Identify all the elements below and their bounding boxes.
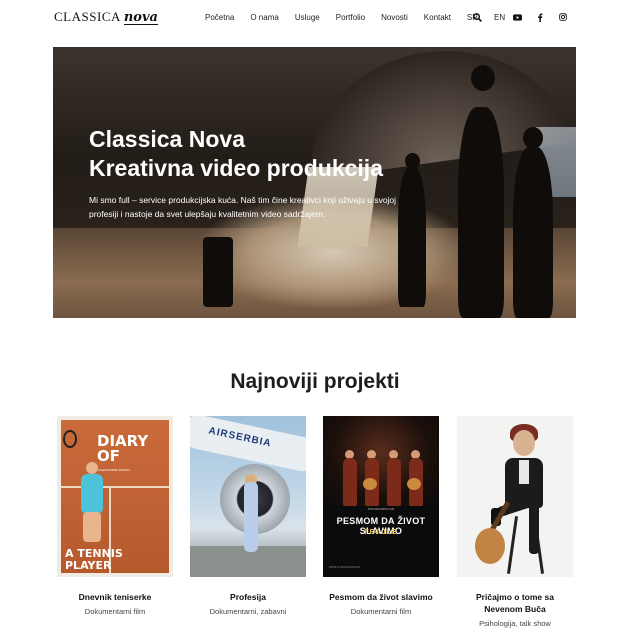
hero-photo-crew-head (471, 65, 495, 91)
project-card[interactable]: DIARY OF ALEKSANDRA KRUNIC A TENNIS PLAY… (57, 416, 173, 616)
nav-item-pocetna[interactable]: Početna (205, 13, 234, 22)
project-thumbnail[interactable]: DIARY OF ALEKSANDRA KRUNIC A TENNIS PLAY… (57, 416, 173, 577)
header-icons (472, 12, 568, 22)
instagram-icon[interactable] (558, 12, 568, 22)
poster-singer (343, 458, 357, 506)
project-thumbnail[interactable]: DOKUMENTARNI FILM PESMOM DA ŽIVOT SLAVIM… (323, 416, 439, 577)
hero-title-line1: Classica Nova (89, 126, 245, 152)
court-line (61, 486, 169, 488)
guitar-icon (363, 478, 377, 490)
project-card[interactable]: Pričajmo o tome sa Nevenom Buča Psiholog… (457, 416, 573, 628)
project-thumbnail[interactable] (457, 416, 573, 577)
nav-item-kontakt[interactable]: Kontakt (424, 13, 451, 22)
section-title: Najnoviji projekti (230, 370, 400, 393)
poster-title-bottom: A TENNIS PLAYER (65, 547, 123, 572)
project-thumbnail[interactable]: AIRSERBIA (190, 416, 306, 577)
guitar-icon (475, 528, 505, 564)
hero-photo-crew-member (513, 147, 553, 318)
project-title[interactable]: Pričajmo o tome sa Nevenom Buča (457, 591, 573, 615)
poster-title-top: DIARY OF (97, 432, 149, 465)
nav-item-novosti[interactable]: Novosti (381, 13, 408, 22)
poster-footer: WWW.CLASSICANOVA.RS (329, 566, 433, 569)
poster-website: WWW.CLASSICANOVA.RS (329, 566, 361, 569)
poster-player (81, 474, 103, 514)
logo-script: nova (123, 10, 158, 25)
hero-title-line2: Kreativna video produkcija (89, 155, 383, 181)
hero-title: Classica Nova Kreativna video produkcija (89, 125, 383, 183)
project-card[interactable]: AIRSERBIA Profesija Dokumentarni, zabavn… (190, 416, 306, 616)
hero-photo-crew-head (405, 153, 420, 169)
poster-author: ALEKSANDRA KRUNIC (98, 468, 131, 472)
main-nav: Početna O nama Usluge Portfolio Novosti … (205, 13, 505, 22)
nav-item-portfolio[interactable]: Portfolio (336, 13, 365, 22)
hero-banner: Classica Nova Kreativna video produkcija… (53, 47, 576, 318)
project-title[interactable]: Profesija (190, 591, 306, 603)
hero-description: Mi smo full – service produkcijska kuća.… (89, 195, 397, 219)
hero-photo-equipment (203, 237, 233, 307)
guitar-icon (407, 478, 421, 490)
hero-photo-crew-member (458, 107, 504, 318)
hero-photo-crew-head (523, 127, 543, 149)
poster-person (244, 482, 258, 552)
hero-photo-crew-member (398, 167, 426, 307)
poster-kicker: DOKUMENTARNI FILM (367, 508, 395, 511)
site-header: CLASSICA nova Početna O nama Usluge Port… (0, 0, 640, 36)
tennis-racket-icon (63, 430, 77, 448)
poster-person-shirt (519, 460, 529, 484)
poster-person-head (513, 430, 535, 456)
logo[interactable]: CLASSICA nova (54, 9, 158, 27)
nav-item-o-nama[interactable]: O nama (250, 13, 278, 22)
project-card[interactable]: DOKUMENTARNI FILM PESMOM DA ŽIVOT SLAVIM… (323, 416, 439, 616)
poster-person-leg (529, 504, 539, 554)
poster-player-legs (83, 512, 101, 542)
poster-singer (387, 458, 401, 506)
youtube-icon[interactable] (512, 12, 522, 22)
poster-stool-leg (506, 516, 519, 574)
project-category: Psihologija, talk show (479, 619, 551, 628)
project-title[interactable]: Pesmom da život slavimo (323, 591, 439, 603)
nav-item-usluge[interactable]: Usluge (295, 13, 320, 22)
project-category: Dokumentarni film (350, 607, 412, 616)
facebook-icon[interactable] (535, 12, 545, 22)
search-icon[interactable] (472, 12, 482, 22)
poster-band: FRAJLE (364, 529, 398, 536)
projects-grid: DIARY OF ALEKSANDRA KRUNIC A TENNIS PLAY… (57, 416, 573, 640)
project-category: Dokumentarni, zabavni (209, 607, 287, 616)
logo-wordmark: CLASSICA (54, 9, 121, 24)
project-title[interactable]: Dnevnik teniserke (57, 591, 173, 603)
project-category: Dokumentarni film (84, 607, 146, 616)
